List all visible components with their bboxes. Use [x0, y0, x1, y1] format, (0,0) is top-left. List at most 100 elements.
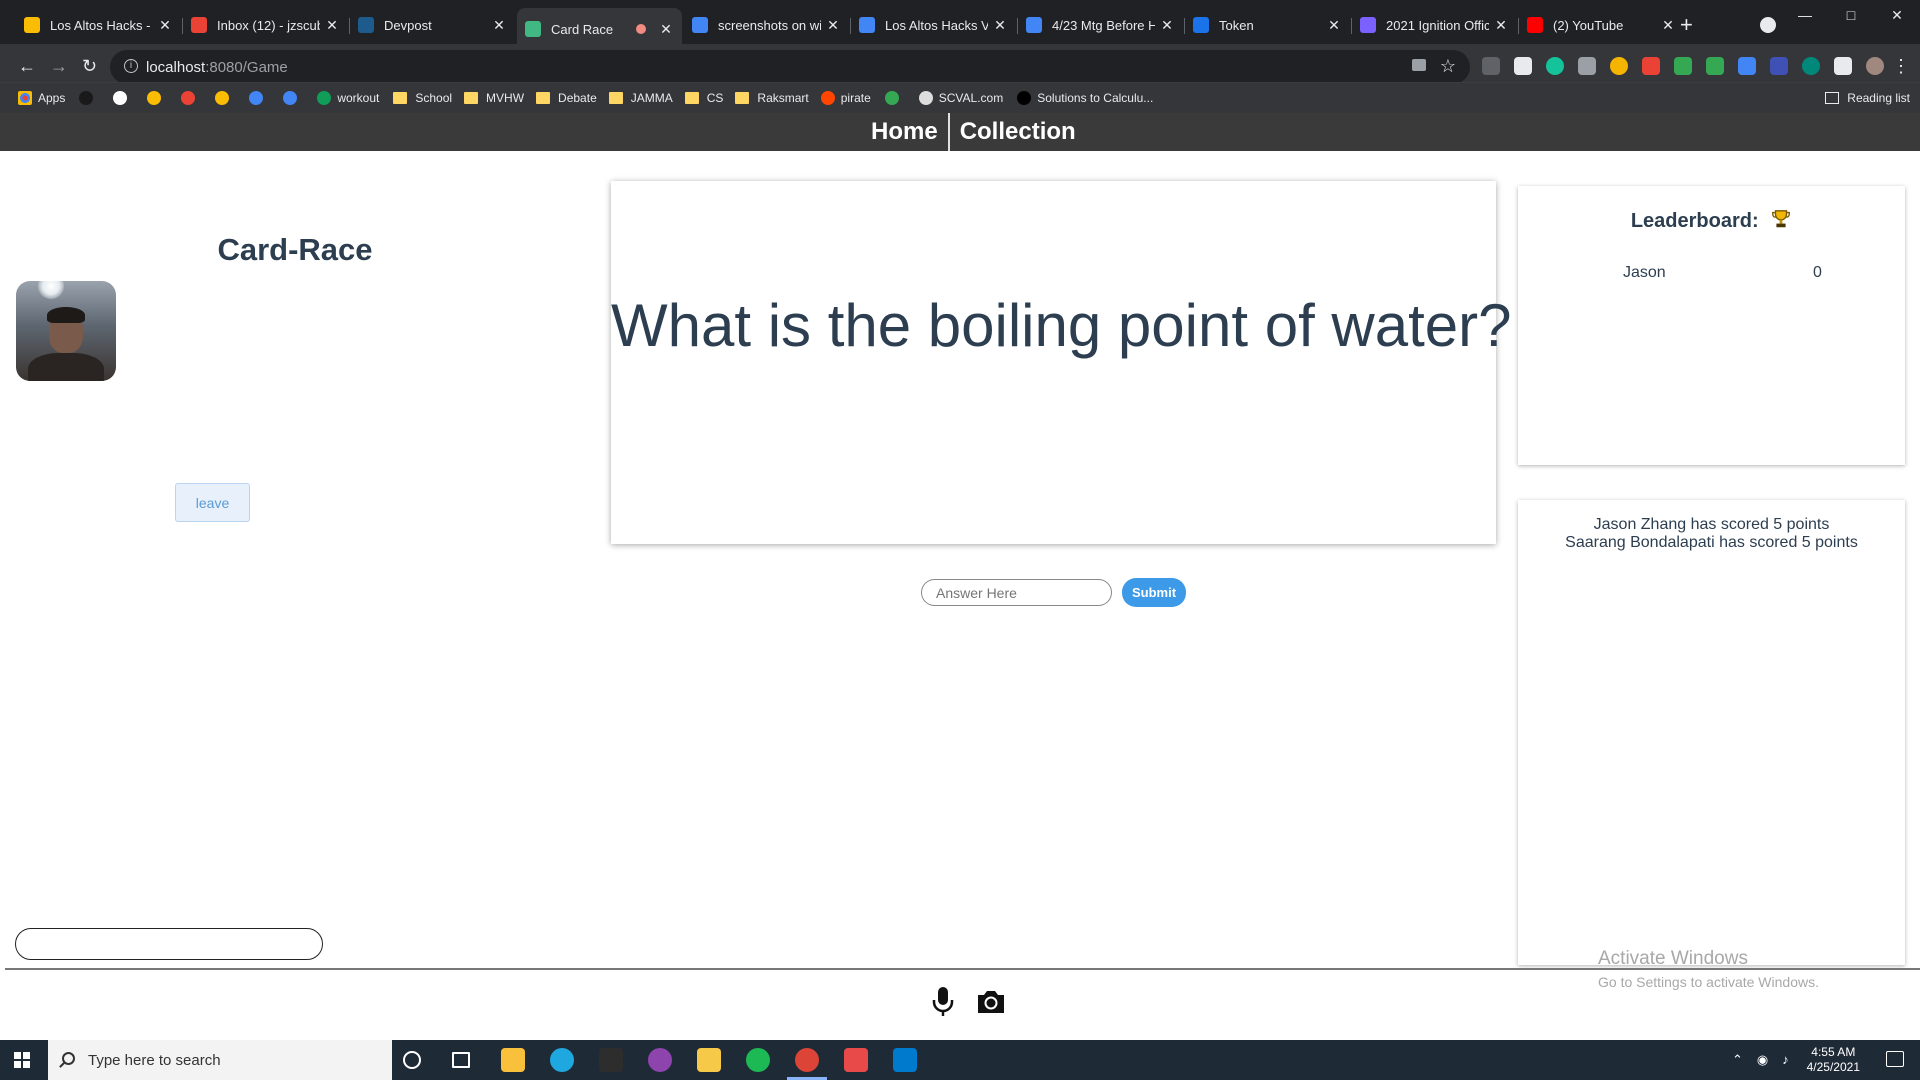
browser-tab[interactable]: screenshots on win ✕: [684, 10, 849, 40]
extension-icon[interactable]: [1674, 57, 1692, 75]
bookmark-favicon-icon: [1017, 91, 1032, 105]
browser-tab[interactable]: Los Altos Hacks Vi ✕: [851, 10, 1016, 40]
bookmark-folder[interactable]: MVHW: [464, 91, 524, 105]
close-tab-icon[interactable]: ✕: [1159, 17, 1175, 34]
folder-icon: [608, 92, 623, 104]
extension-icon[interactable]: [1834, 57, 1852, 75]
microphone-icon[interactable]: [931, 986, 955, 1018]
leave-button[interactable]: leave: [175, 483, 250, 522]
discord-icon[interactable]: [844, 1048, 868, 1072]
url-text[interactable]: localhost:8080/Game: [146, 59, 288, 76]
close-tab-icon[interactable]: ✕: [1326, 17, 1342, 34]
bookmark-item[interactable]: [884, 91, 905, 105]
close-tab-icon[interactable]: ✕: [157, 17, 173, 34]
close-tab-icon[interactable]: ✕: [825, 17, 841, 34]
bookmark-folder[interactable]: CS: [684, 91, 723, 105]
bookmark-item[interactable]: Solutions to Calculu...: [1017, 91, 1153, 105]
forward-arrow-icon[interactable]: →: [50, 56, 68, 77]
vscode-icon[interactable]: [893, 1048, 917, 1072]
extension-icon[interactable]: [1514, 57, 1532, 75]
bookmark-item[interactable]: pirate: [820, 91, 871, 105]
bookmark-item[interactable]: SCVAL.com: [918, 91, 1003, 105]
bookmark-item[interactable]: [181, 91, 201, 105]
extension-icon[interactable]: [1770, 57, 1788, 75]
nav-collection-link[interactable]: Collection: [950, 118, 1086, 146]
minimize-icon[interactable]: —: [1782, 0, 1828, 32]
bookmark-folder[interactable]: JAMMA: [608, 91, 673, 105]
extension-icon[interactable]: [1706, 57, 1724, 75]
bookmark-item[interactable]: [147, 91, 167, 105]
browser-tab-bar: + — □ ✕ Los Altos Hacks - G ✕ Inbox (12) -…: [0, 0, 1920, 50]
chat-input[interactable]: [15, 928, 323, 960]
extension-icon[interactable]: [1578, 57, 1596, 75]
cortana-icon[interactable]: [403, 1051, 421, 1069]
reading-list-button[interactable]: Reading list: [1825, 91, 1910, 105]
site-info-icon[interactable]: i: [124, 59, 138, 73]
app-navbar: Home Collection: [0, 113, 1920, 151]
bookmark-item[interactable]: [283, 91, 303, 105]
submit-button[interactable]: Submit: [1122, 578, 1186, 607]
close-tab-icon[interactable]: ✕: [324, 17, 340, 34]
taskbar-search-box[interactable]: Type here to search: [48, 1040, 392, 1080]
browser-menu-icon[interactable]: ⋮: [1892, 56, 1910, 77]
browser-tab[interactable]: Inbox (12) - jzscub ✕: [183, 10, 348, 40]
bookmark-item[interactable]: Apps: [18, 91, 65, 105]
browser-tab[interactable]: Devpost ✕: [350, 10, 515, 40]
extension-icon[interactable]: [1610, 57, 1628, 75]
github-desktop-icon[interactable]: [648, 1048, 672, 1072]
close-tab-icon[interactable]: ✕: [1660, 17, 1676, 34]
bookmark-item[interactable]: [113, 91, 133, 105]
close-tab-icon[interactable]: ✕: [491, 17, 507, 34]
network-icon[interactable]: ◉: [1757, 1052, 1768, 1068]
task-view-icon[interactable]: [452, 1052, 470, 1068]
bookmark-folder[interactable]: Debate: [536, 91, 597, 105]
windows-taskbar: Type here to search ⌃ ◉ ♪ 4:55 AM 4/25/2…: [0, 1040, 1920, 1080]
answer-input[interactable]: [921, 579, 1112, 606]
edge-icon[interactable]: [550, 1048, 574, 1072]
bookmark-folder[interactable]: School: [393, 91, 452, 105]
browser-tab[interactable]: 2021 Ignition Offic ✕: [1352, 10, 1517, 40]
close-tab-icon[interactable]: ✕: [1493, 17, 1509, 34]
reload-icon[interactable]: ↻: [82, 56, 97, 77]
back-arrow-icon[interactable]: ←: [18, 56, 36, 77]
bookmark-folder[interactable]: Raksmart: [735, 91, 809, 105]
extension-icon[interactable]: [1802, 57, 1820, 75]
notification-center-icon[interactable]: [1886, 1051, 1904, 1067]
tab-search-icon[interactable]: [1760, 17, 1776, 33]
maximize-icon[interactable]: □: [1828, 0, 1874, 32]
tray-chevron-up-icon[interactable]: ⌃: [1732, 1052, 1743, 1068]
browser-tab[interactable]: Los Altos Hacks - G ✕: [16, 10, 181, 40]
taskbar-clock[interactable]: 4:55 AM 4/25/2021: [1807, 1045, 1860, 1075]
close-tab-icon[interactable]: ✕: [992, 17, 1008, 34]
clock-time: 4:55 AM: [1811, 1045, 1856, 1059]
extension-icon[interactable]: [1642, 57, 1660, 75]
browser-tab[interactable]: 4/23 Mtg Before H ✕: [1018, 10, 1183, 40]
apps-grid-icon: [18, 91, 32, 105]
browser-tab[interactable]: Token ✕: [1185, 10, 1350, 40]
bookmark-item[interactable]: [79, 91, 99, 105]
close-window-icon[interactable]: ✕: [1874, 0, 1920, 32]
extension-icon[interactable]: [1546, 57, 1564, 75]
bookmark-item[interactable]: workout: [317, 91, 379, 105]
address-bar[interactable]: i localhost:8080/Game ☆: [110, 50, 1470, 84]
browser-tab[interactable]: (2) YouTube ✕: [1519, 10, 1684, 40]
extension-icon[interactable]: [1866, 57, 1884, 75]
terminal-icon[interactable]: [599, 1048, 623, 1072]
volume-icon[interactable]: ♪: [1782, 1052, 1789, 1068]
bookmark-item[interactable]: [249, 91, 269, 105]
close-tab-icon[interactable]: ✕: [658, 21, 674, 38]
file-explorer-icon[interactable]: [501, 1048, 525, 1072]
git-icon[interactable]: [697, 1048, 721, 1072]
bookmark-item[interactable]: [215, 91, 235, 105]
ceiling-light: [38, 281, 64, 299]
windows-start-icon[interactable]: [14, 1052, 30, 1068]
tab-title: screenshots on win: [718, 17, 821, 33]
extension-icon[interactable]: [1738, 57, 1756, 75]
camera-in-use-icon[interactable]: [1412, 59, 1426, 71]
chrome-icon[interactable]: [795, 1048, 819, 1072]
bookmark-star-icon[interactable]: ☆: [1440, 56, 1456, 77]
spotify-icon[interactable]: [746, 1048, 770, 1072]
extension-icon[interactable]: [1482, 57, 1500, 75]
camera-icon[interactable]: [975, 988, 1007, 1016]
nav-home-link[interactable]: Home: [861, 118, 948, 146]
